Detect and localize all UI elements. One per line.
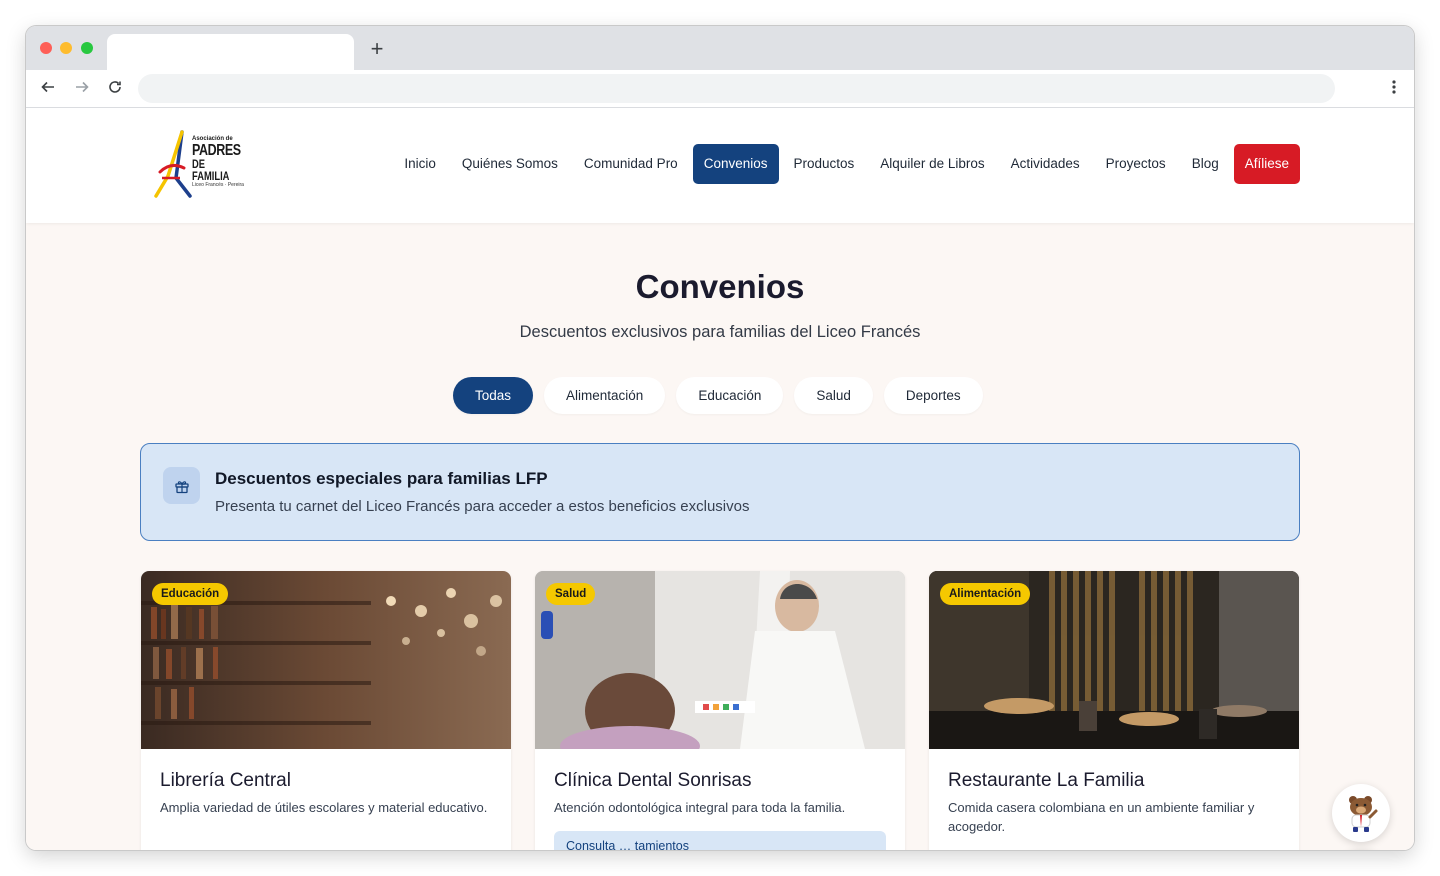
card-title: Librería Central (160, 770, 291, 791)
filter-deportes[interactable]: Deportes (883, 377, 983, 414)
card-image-library: Educación (141, 571, 511, 749)
category-badge: Educación (152, 583, 229, 605)
card-title: Clínica Dental Sonrisas (554, 770, 752, 791)
new-tab-button[interactable]: + (366, 38, 388, 60)
category-badge: Alimentación (940, 583, 1031, 605)
arrow-left-icon (41, 81, 54, 93)
card-title: Restaurante La Familia (948, 770, 1145, 791)
main-nav: Inicio Quiénes Somos Comunidad Pro Conve… (391, 144, 1300, 184)
card-description: Comida casera colombiana en un ambiente … (948, 800, 1255, 834)
filter-todas[interactable]: Todas (453, 377, 534, 414)
maximize-window-button[interactable] (81, 42, 93, 54)
back-button[interactable] (37, 78, 59, 100)
reload-icon (109, 81, 121, 93)
convenio-card[interactable]: Alimentación Restaurante La Familia Comi… (929, 571, 1299, 850)
card-image-restaurant: Alimentación (929, 571, 1299, 749)
address-bar[interactable] (138, 74, 1335, 103)
nav-inicio[interactable]: Inicio (391, 144, 449, 184)
nav-proyectos[interactable]: Proyectos (1093, 144, 1179, 184)
card-description: Amplia variedad de útiles escolares y ma… (160, 800, 488, 815)
affiliate-button[interactable]: Afíliese (1233, 144, 1300, 184)
page-subtitle: Descuentos exclusivos para familias del … (519, 323, 921, 341)
filter-educacion[interactable]: Educación (676, 377, 784, 414)
discount-text: Consulta … tamientos (566, 839, 689, 850)
nav-convenios[interactable]: Convenios (692, 144, 779, 184)
banner-icon-box (163, 467, 200, 504)
logo-line-3: DE FAMILIA (192, 157, 230, 183)
page-title: Convenios (635, 268, 805, 305)
category-badge: Salud (546, 583, 596, 605)
gift-icon (174, 480, 189, 493)
reload-button[interactable] (104, 78, 126, 100)
filter-salud[interactable]: Salud (794, 377, 873, 414)
nav-alquiler-de-libros[interactable]: Alquiler de Libros (867, 144, 997, 184)
category-filters: Todas Alimentación Educación Salud Depor… (453, 377, 983, 414)
minimize-window-button[interactable] (60, 42, 72, 54)
logo-line-2: PADRES (192, 142, 241, 159)
info-banner: Descuentos especiales para familias LFP … (140, 443, 1300, 541)
nav-comunidad-pro[interactable]: Comunidad Pro (571, 144, 691, 184)
nav-actividades[interactable]: Actividades (998, 144, 1093, 184)
kebab-icon (1392, 80, 1396, 94)
nav-quienes-somos[interactable]: Quiénes Somos (449, 144, 571, 184)
arrow-right-icon (76, 81, 89, 93)
logo-wordmark: Asociación de PADRES DE FAMILIA Liceo Fr… (192, 136, 255, 189)
browser-window: + Asociación de PADRES DE FAMILIA Liceo … (26, 26, 1414, 850)
logo-line-4: Liceo Francés · Pereira (192, 182, 244, 188)
nav-blog[interactable]: Blog (1179, 144, 1232, 184)
discount-pill: Consulta … tamientos (554, 831, 886, 850)
site-header: Asociación de PADRES DE FAMILIA Liceo Fr… (26, 108, 1414, 223)
banner-title: Descuentos especiales para familias LFP (215, 469, 548, 488)
mascot-assistant-button[interactable] (1332, 784, 1390, 842)
browser-tab[interactable] (107, 34, 354, 70)
nav-productos[interactable]: Productos (781, 144, 868, 184)
card-description: Atención odontológica integral para toda… (554, 800, 846, 815)
forward-button[interactable] (71, 78, 93, 100)
site-logo[interactable]: Asociación de PADRES DE FAMILIA Liceo Fr… (154, 130, 246, 198)
filter-alimentacion[interactable]: Alimentación (544, 377, 666, 414)
bear-mascot-icon (1349, 796, 1378, 832)
convenio-card[interactable]: Salud Clínica Dental Sonrisas Atención o… (535, 571, 905, 850)
page: Asociación de PADRES DE FAMILIA Liceo Fr… (26, 108, 1414, 850)
convenio-card[interactable]: Educación Librería Central Amplia varied… (141, 571, 511, 850)
tab-strip: + (26, 26, 1414, 70)
convenios-grid: Educación Librería Central Amplia varied… (141, 571, 1299, 850)
close-window-button[interactable] (40, 42, 52, 54)
browser-menu-button[interactable] (1388, 78, 1400, 100)
banner-text: Presenta tu carnet del Liceo Francés par… (215, 498, 750, 515)
card-image-dental: Salud (535, 571, 905, 749)
browser-toolbar (26, 70, 1414, 108)
